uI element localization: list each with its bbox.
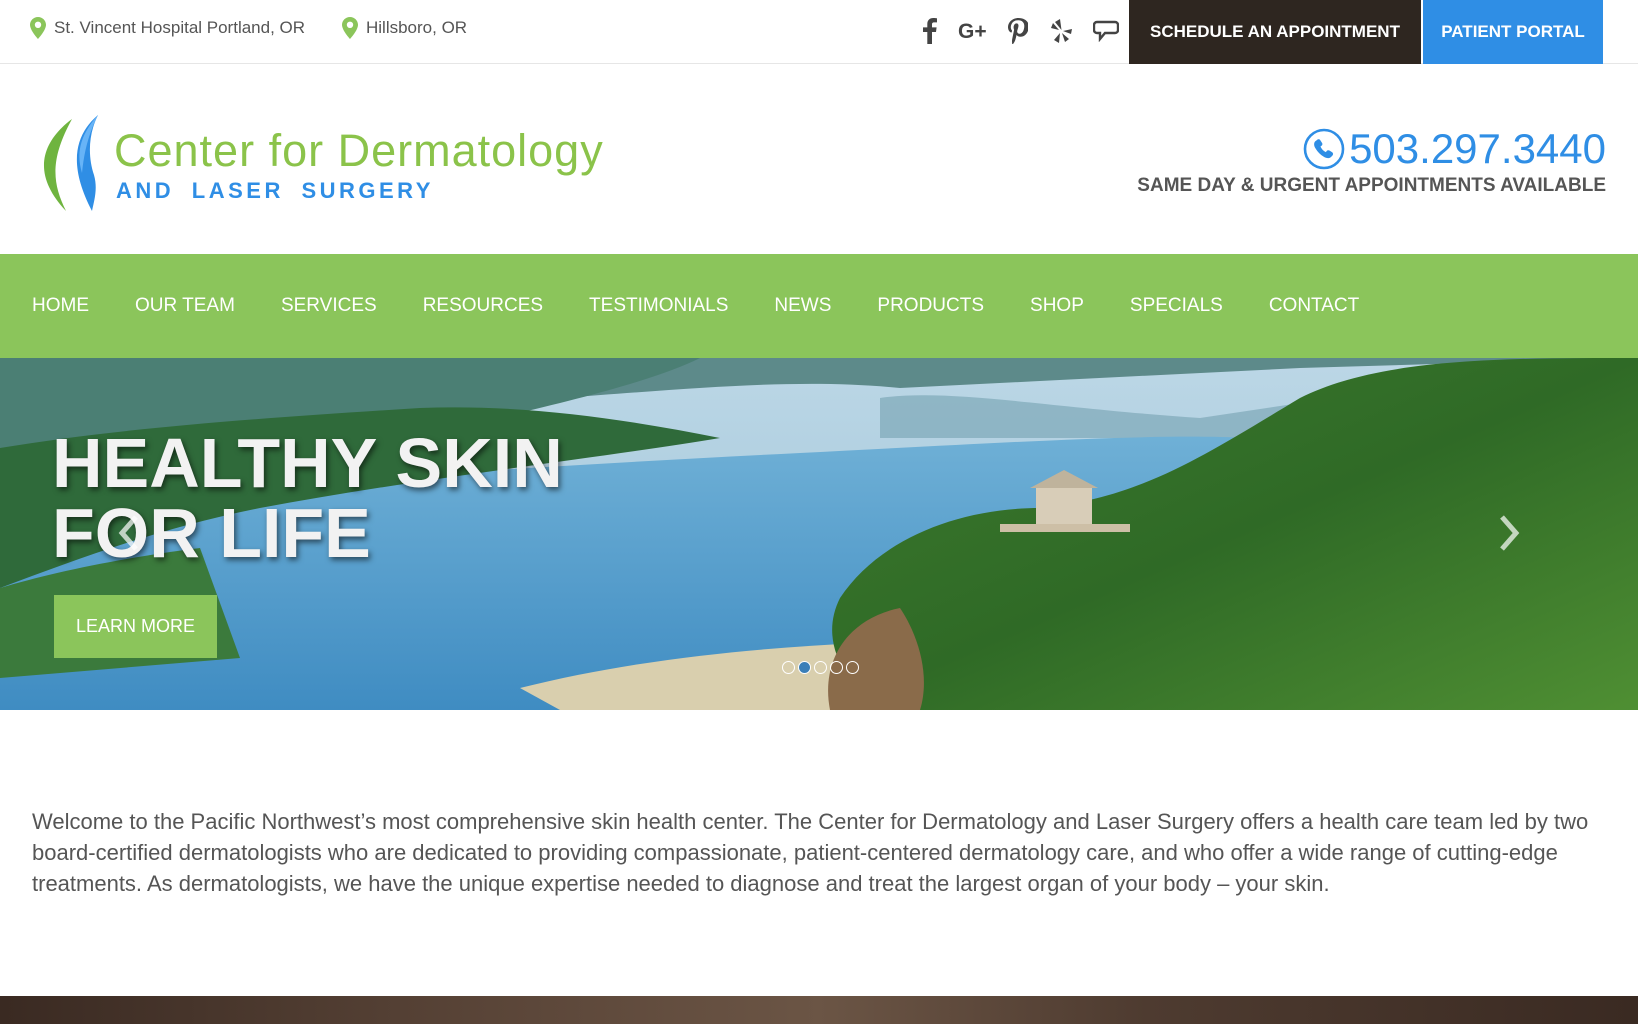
location-label: Hillsboro, OR [366,18,468,37]
nav-item-shop[interactable]: SHOP [1030,295,1084,317]
logo-swoosh-icon [43,115,98,211]
chevron-left-icon [118,515,138,551]
google-plus-icon[interactable]: G+ [952,14,996,48]
schedule-appointment-button[interactable]: SCHEDULE AN APPOINTMENT [1129,0,1421,64]
site-logo[interactable]: Center for Dermatology AND LASER SURGERY [32,110,652,220]
hero-title-line-1: HEALTHY SKIN [52,424,563,502]
logo-subtitle: AND LASER SURGERY [116,178,434,203]
review-bubble-icon[interactable] [1084,14,1128,48]
slider-dot[interactable] [830,661,843,674]
location-hillsboro[interactable]: Hillsboro, OR [342,16,467,40]
slider-dot[interactable] [782,661,795,674]
nav-item-resources[interactable]: RESOURCES [423,295,543,317]
next-section-image [0,996,1638,1024]
location-label: St. Vincent Hospital Portland, OR [54,18,306,37]
yelp-icon[interactable] [1040,14,1084,48]
facebook-icon[interactable] [908,14,952,48]
social-links: G+ [908,14,1128,48]
slider-prev-arrow[interactable] [108,508,148,558]
nav-item-contact[interactable]: CONTACT [1269,295,1359,317]
map-pin-icon [342,17,358,39]
nav-item-testimonials[interactable]: TESTIMONIALS [589,295,728,317]
nav-item-news[interactable]: NEWS [774,295,831,317]
slider-next-arrow[interactable] [1490,508,1530,558]
phone-subtitle: SAME DAY & URGENT APPOINTMENTS AVAILABLE [1137,175,1606,196]
logo-title: Center for Dermatology [114,125,604,176]
learn-more-button[interactable]: LEARN MORE [54,595,217,658]
nav-item-services[interactable]: SERVICES [281,295,377,317]
nav-item-specials[interactable]: SPECIALS [1130,295,1223,317]
map-pin-icon [30,17,46,39]
chevron-right-icon [1500,515,1520,551]
slider-dot[interactable] [846,661,859,674]
welcome-paragraph: Welcome to the Pacific Northwest’s most … [32,809,1589,896]
phone-number: 503.297.3440 [1349,125,1606,172]
pinterest-icon[interactable] [996,14,1040,48]
nav-item-our-team[interactable]: OUR TEAM [135,295,235,317]
hero-slider: HEALTHY SKIN FOR LIFE LEARN MORE [0,358,1638,710]
nav-item-home[interactable]: HOME [32,295,89,317]
phone-icon [1303,128,1345,170]
phone-number-link[interactable]: 503.297.3440 [1303,124,1606,174]
nav-item-products[interactable]: PRODUCTS [877,295,984,317]
location-st-vincent[interactable]: St. Vincent Hospital Portland, OR [30,16,305,40]
svg-text:G+: G+ [958,20,987,42]
slider-dots [782,661,862,674]
slider-dot[interactable] [814,661,827,674]
main-nav: HOME OUR TEAM SERVICES RESOURCES TESTIMO… [0,254,1638,358]
top-bar: St. Vincent Hospital Portland, OR Hillsb… [0,0,1638,64]
slider-dot-active[interactable] [798,661,811,674]
site-header: Center for Dermatology AND LASER SURGERY… [0,64,1638,254]
patient-portal-button[interactable]: PATIENT PORTAL [1423,0,1603,64]
